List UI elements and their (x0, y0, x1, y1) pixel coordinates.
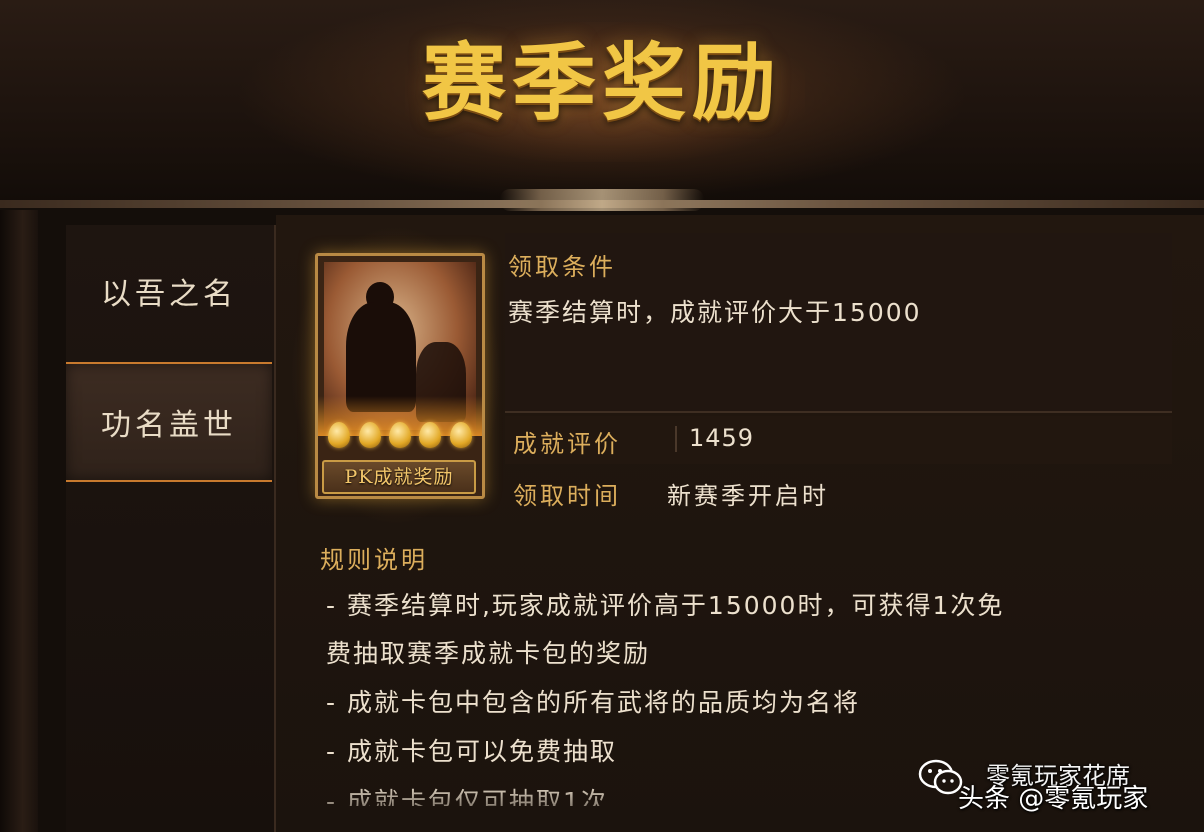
claim-time-label: 领取时间 (513, 482, 621, 510)
rule-line-1: - 赛季结算时,玩家成就评价高于15000时，可获得1次免 (326, 591, 1005, 620)
row-separator (675, 426, 677, 452)
watermark: 零氪玩家花席 头条 @零氪玩家 (918, 752, 1198, 816)
reward-card[interactable]: PK成就奖励 (315, 253, 485, 499)
tab-yiwuzhiming[interactable]: 以吾之名 (66, 243, 272, 339)
star-icon (358, 422, 381, 448)
conditions-text: 赛季结算时，成就评价大于15000 (508, 298, 922, 327)
star-icon (419, 422, 442, 448)
rule-line-2: - 成就卡包中包含的所有武将的品质均为名将 (326, 688, 860, 717)
rule-line-1-cont: 费抽取赛季成就卡包的奖励 (326, 639, 651, 668)
tab-gongmingaishi[interactable]: 功名盖世 (66, 362, 272, 482)
card-label: PK成就奖励 (322, 460, 476, 494)
conditions-heading: 领取条件 (508, 253, 616, 281)
score-row: 成就评价 1459 (505, 416, 1172, 464)
header-banner: 赛季奖励 (0, 0, 1204, 205)
rules-heading: 规则说明 (320, 546, 428, 574)
sidebar: 以吾之名 功名盖世 (66, 225, 276, 832)
rule-line-3: - 成就卡包可以免费抽取 (326, 737, 617, 766)
card-star-row (324, 420, 476, 450)
star-icon (388, 422, 411, 448)
score-value: 1459 (689, 424, 755, 452)
score-label: 成就评价 (513, 430, 621, 458)
star-icon (328, 422, 351, 448)
star-icon (449, 422, 472, 448)
claim-time-row: 领取时间 新赛季开启时 (505, 468, 1172, 516)
page-title: 赛季奖励 (421, 33, 782, 132)
watermark-source: 头条 @零氪玩家 (958, 784, 1149, 814)
left-edge-decoration (0, 210, 38, 832)
claim-time-value: 新赛季开启时 (667, 482, 829, 510)
header-ornament (500, 189, 704, 211)
